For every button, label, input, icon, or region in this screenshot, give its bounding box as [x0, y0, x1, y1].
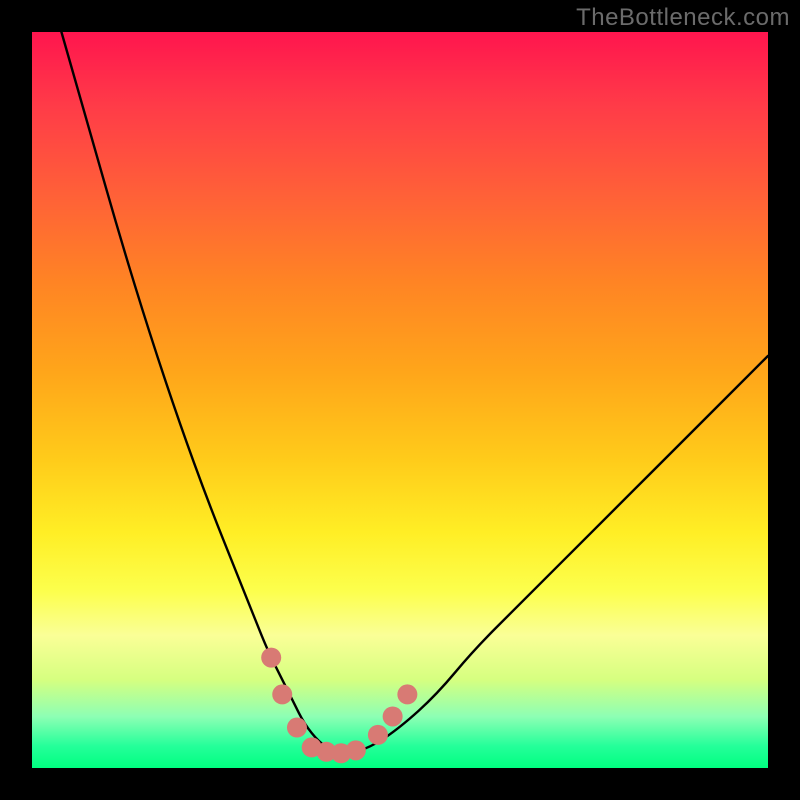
marker-left-cluster-low [287, 718, 307, 738]
bottleneck-curve [61, 32, 768, 753]
chart-svg [32, 32, 768, 768]
plot-area [32, 32, 768, 768]
marker-bottom-bar-d [346, 740, 366, 760]
chart-frame: TheBottleneck.com [0, 0, 800, 800]
marker-left-cluster-mid [272, 684, 292, 704]
marker-right-cluster-mid [383, 706, 403, 726]
watermark-text: TheBottleneck.com [576, 4, 790, 32]
marker-group [261, 648, 417, 764]
marker-right-cluster-low [368, 725, 388, 745]
marker-right-cluster-high [397, 684, 417, 704]
marker-left-cluster-high [261, 648, 281, 668]
